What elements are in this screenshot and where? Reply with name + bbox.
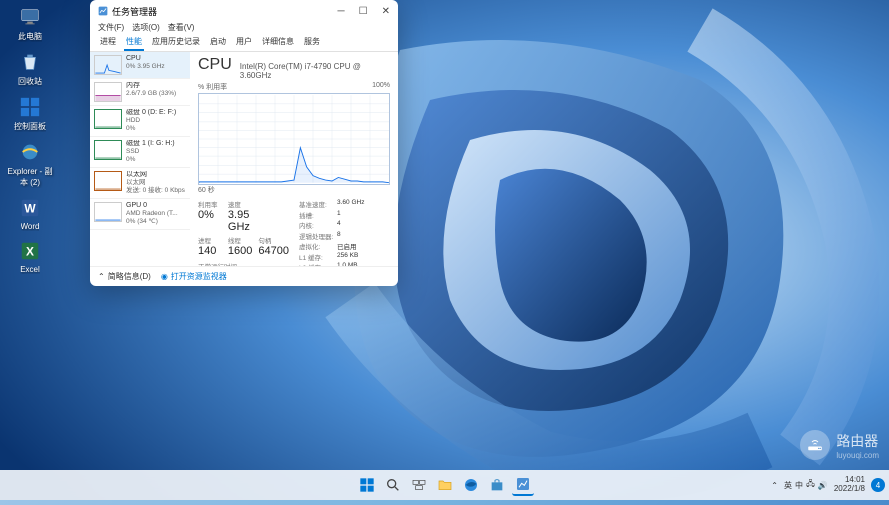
sidebar-item-ethernet[interactable]: 以太网以太网 发送: 0 接收: 0 Kbps: [90, 168, 190, 199]
start-button[interactable]: [356, 474, 378, 496]
desktop-icon-word[interactable]: W Word: [0, 196, 60, 231]
sidebar-item-cpu[interactable]: CPU0% 3.95 GHz: [90, 52, 190, 79]
menubar: 文件(F) 选项(O) 查看(V): [90, 22, 398, 36]
desktop-icon-control[interactable]: 控制面板: [0, 95, 60, 132]
close-button[interactable]: ✕: [382, 6, 390, 17]
desktop-icon-ie[interactable]: Explorer - 副本 (2): [0, 140, 60, 188]
window-title: 任务管理器: [112, 5, 338, 18]
graph-ymax: 100%: [372, 82, 390, 92]
stat-threads: 1600: [228, 245, 252, 257]
stat-base-speed: 3.60 GHz: [337, 199, 390, 210]
ime-status-1[interactable]: 英: [784, 480, 792, 491]
menu-options[interactable]: 选项(O): [132, 22, 160, 36]
taskview-button[interactable]: [408, 474, 430, 496]
volume-icon[interactable]: 🔊: [818, 481, 828, 490]
maximize-button[interactable]: ☐: [359, 6, 368, 17]
sidebar-item-gpu[interactable]: GPU 0AMD Radeon (T... 0% (34 ℃): [90, 199, 190, 230]
task-manager-window: 任务管理器 ─ ☐ ✕ 文件(F) 选项(O) 查看(V) 进程 性能 应用历史…: [90, 0, 398, 286]
titlebar[interactable]: 任务管理器 ─ ☐ ✕: [90, 0, 398, 22]
search-button[interactable]: [382, 474, 404, 496]
svg-text:W: W: [24, 202, 36, 216]
minimize-button[interactable]: ─: [338, 6, 345, 17]
network-icon[interactable]: 🖧: [806, 478, 815, 492]
stat-l1: 256 KB: [337, 252, 390, 263]
stat-logical: 8: [337, 231, 390, 242]
graph-timespan: 60 秒: [198, 185, 390, 195]
perf-title: CPU: [198, 56, 232, 74]
perf-sidebar: CPU0% 3.95 GHz 内存2.6/7.9 GB (33%) 磁盘 0 (…: [90, 52, 190, 266]
resource-monitor-link[interactable]: ◉打开资源监视器: [161, 271, 227, 282]
desktop-icon-recycle[interactable]: 回收站: [0, 50, 60, 87]
stat-cores: 4: [337, 220, 390, 231]
app-icon: [98, 6, 108, 16]
store-button[interactable]: [486, 474, 508, 496]
explorer-button[interactable]: [434, 474, 456, 496]
notification-badge[interactable]: 4: [871, 478, 885, 492]
tabs: 进程 性能 应用历史记录 启动 用户 详细信息 服务: [90, 36, 398, 52]
taskmgr-pinned[interactable]: [512, 474, 534, 496]
desktop-icon-excel[interactable]: X Excel: [0, 239, 60, 274]
sidebar-item-memory[interactable]: 内存2.6/7.9 GB (33%): [90, 79, 190, 106]
ime-status-2[interactable]: 中: [795, 480, 803, 491]
window-footer: ⌃简略信息(D) ◉打开资源监视器: [90, 266, 398, 286]
less-details-button[interactable]: ⌃简略信息(D): [98, 271, 151, 282]
cpu-graph[interactable]: [198, 93, 390, 185]
taskbar: ⌃ 英 中 🖧 🔊 14:01 2022/1/8 4: [0, 470, 889, 500]
watermark: 路由器luyouqi.com: [800, 430, 879, 460]
tab-users[interactable]: 用户: [234, 36, 254, 51]
tab-processes[interactable]: 进程: [98, 36, 118, 51]
tab-details[interactable]: 详细信息: [260, 36, 296, 51]
monitor-icon: ◉: [161, 272, 168, 281]
graph-ylabel: % 利用率: [198, 82, 227, 92]
edge-button[interactable]: [460, 474, 482, 496]
menu-view[interactable]: 查看(V): [168, 22, 195, 36]
desktop-icons: 此电脑 回收站 控制面板 Explorer - 副本 (2) W Word X …: [0, 0, 60, 287]
tab-services[interactable]: 服务: [302, 36, 322, 51]
sidebar-item-disk0[interactable]: 磁盘 0 (D: E: F:)HDD 0%: [90, 106, 190, 137]
clock[interactable]: 14:01 2022/1/8: [834, 476, 865, 494]
stat-handles: 64700: [258, 245, 289, 257]
stat-virt: 已启用: [337, 241, 390, 252]
tab-performance[interactable]: 性能: [124, 36, 144, 51]
menu-file[interactable]: 文件(F): [98, 22, 124, 36]
chevron-up-icon: ⌃: [98, 272, 105, 281]
tab-app-history[interactable]: 应用历史记录: [150, 36, 202, 51]
stat-sockets: 1: [337, 210, 390, 221]
tab-startup[interactable]: 启动: [208, 36, 228, 51]
router-icon: [800, 430, 830, 460]
svg-text:X: X: [26, 245, 34, 259]
stat-speed: 3.95 GHz: [228, 209, 252, 233]
tray-chevron-icon[interactable]: ⌃: [771, 481, 778, 490]
stat-utilization: 0%: [198, 209, 222, 221]
perf-main: CPU Intel(R) Core(TM) i7-4790 CPU @ 3.60…: [190, 52, 398, 266]
desktop-icon-pc[interactable]: 此电脑: [0, 5, 60, 42]
sidebar-item-disk1[interactable]: 磁盘 1 (I: G: H:)SSD 0%: [90, 137, 190, 168]
perf-subtitle: Intel(R) Core(TM) i7-4790 CPU @ 3.60GHz: [240, 62, 390, 80]
stat-processes: 140: [198, 245, 222, 257]
